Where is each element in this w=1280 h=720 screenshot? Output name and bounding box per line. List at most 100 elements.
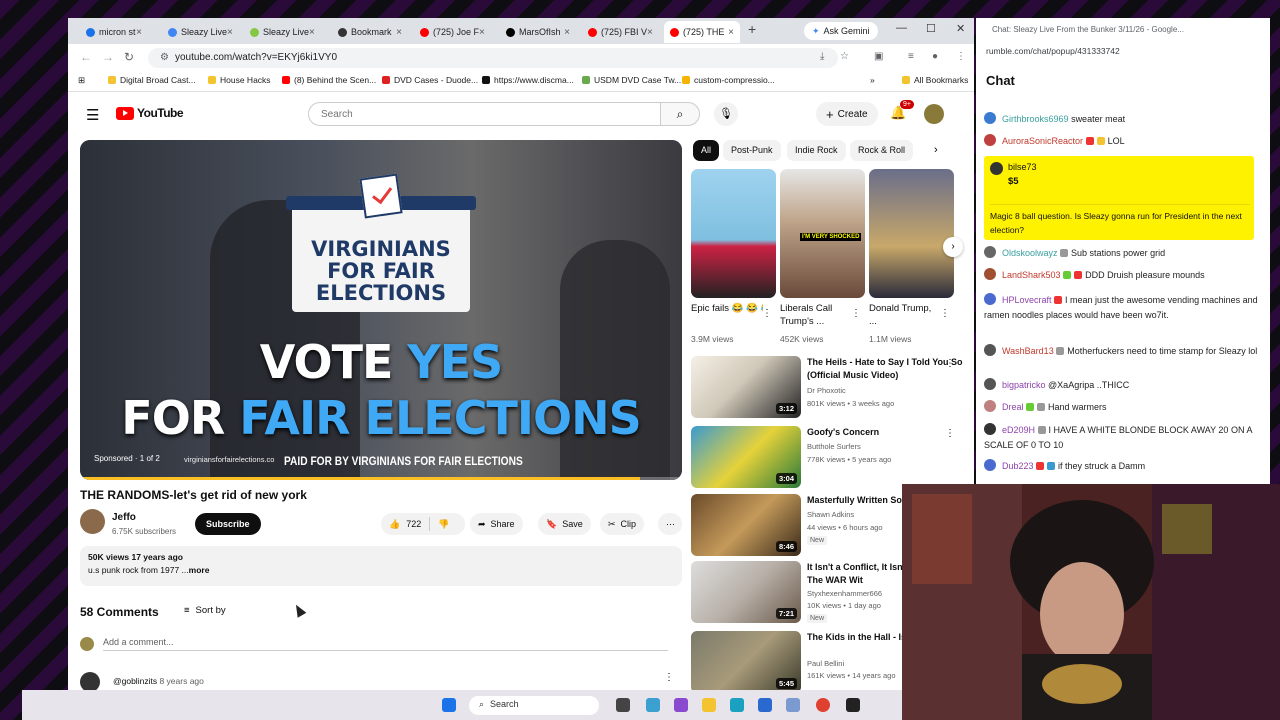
media-icon[interactable]: ≡ [908,51,914,62]
clip-button[interactable]: ✂ Clip [600,513,645,535]
browser-tab[interactable]: (725) Joe F × [414,21,490,43]
chat-username[interactable]: AuroraSonicReactor [1002,136,1083,146]
all-bookmarks-item[interactable]: All Bookmarks [902,75,968,85]
profile-icon[interactable]: ● [932,51,938,62]
channel-avatar[interactable] [80,509,105,534]
close-icon[interactable]: × [309,27,315,38]
chat-username[interactable]: Girthbrooks6969 [1002,114,1069,124]
short-more-icon[interactable]: ⋮ [940,308,950,319]
edge-icon[interactable] [730,698,744,712]
chip-post-punk[interactable]: Post-Punk [723,140,781,161]
apps-icon[interactable]: ⊞ [78,75,85,86]
chip-all[interactable]: All [693,140,720,161]
add-comment-input[interactable]: Add a comment... [103,637,668,651]
create-button[interactable]: + Create [816,102,878,126]
browser-tab[interactable]: Sleazy Live × [162,21,238,43]
account-avatar[interactable] [924,104,944,124]
bookmark-star-icon[interactable]: ☆ [840,51,849,62]
app-icon[interactable] [674,698,688,712]
dislike-button[interactable]: 👎 [430,519,457,530]
short-thumbnail[interactable] [691,169,776,298]
folder-icon[interactable] [702,698,716,712]
close-icon[interactable]: × [479,27,485,38]
taskbar-search[interactable]: ⌕ Search [469,696,599,715]
browser-tab[interactable]: micron st × [80,21,148,43]
install-icon[interactable]: ⤓ [820,51,824,62]
comment-avatar[interactable] [80,672,100,690]
share-button[interactable]: ➦ Share [470,513,523,535]
menu-icon[interactable]: ⋮ [956,51,966,62]
bookmark-item[interactable]: DVD Cases - Duode... [382,75,478,85]
rec-more-icon[interactable]: ⋮ [945,358,955,369]
short-title[interactable]: Epic fails 😂 😂 😂 ... [691,302,763,315]
app-icon[interactable] [786,698,800,712]
chat-username[interactable]: eD209H [1002,425,1035,435]
app-icon[interactable] [646,698,660,712]
chat-username[interactable]: Oldskoolwayz [1002,248,1058,258]
short-more-icon[interactable]: ⋮ [762,308,772,319]
extensions-icon[interactable]: ▣ [874,51,883,62]
forward-icon[interactable]: → [102,50,114,64]
shorts-next-icon[interactable]: › [943,237,963,257]
taskview-icon[interactable] [616,698,630,712]
hamburger-menu-icon[interactable]: ☰ [86,106,99,124]
ask-gemini-button[interactable]: ✦ Ask Gemini [804,22,878,40]
channel-name[interactable]: Jeffo [112,512,136,523]
rec-more-icon[interactable]: ⋮ [945,428,955,439]
bookmarks-overflow-icon[interactable]: » [870,75,875,85]
minimize-icon[interactable]: — [896,22,907,34]
back-icon[interactable]: ← [80,50,92,64]
microphone-icon[interactable]: 🎙 [714,102,738,126]
browser-tab[interactable]: MarsOfIsh × [500,21,576,43]
short-title[interactable]: Donald Trump, ... [869,302,941,330]
close-icon[interactable]: × [647,27,653,38]
description-more-link[interactable]: more [189,565,210,575]
chip-indie-rock[interactable]: Indie Rock [787,140,846,161]
description-box[interactable]: 50K views 17 years ago u.s punk rock fro… [80,546,682,586]
new-tab-button[interactable]: + [748,21,756,37]
short-thumbnail[interactable]: I'M VERY SHOCKED [780,169,865,298]
chrome-icon[interactable] [816,698,830,712]
video-progress-bar[interactable] [80,477,682,480]
browser-tab[interactable]: Sleazy Live × [244,21,320,43]
chat-username[interactable]: Dreal [1002,402,1024,412]
save-button[interactable]: 🔖 Save [538,513,591,535]
bookmark-item[interactable]: custom-compressio... [682,75,775,85]
recommendation-item[interactable]: 3:12 The Heils - Hate to Say I Told You … [691,356,971,420]
close-icon[interactable]: × [396,27,402,38]
browser-tab-active[interactable]: (725) THE × [664,21,740,43]
bookmark-item[interactable]: Digital Broad Cast... [108,75,196,85]
windows-start-icon[interactable] [442,698,456,712]
chat-username[interactable]: WashBard13 [1002,346,1054,356]
url-field[interactable]: ⚙ youtube.com/watch?v=EKYj6ki1VY0 [148,48,838,68]
subscribe-button[interactable]: Subscribe [195,513,261,535]
bookmark-item[interactable]: House Hacks [208,75,271,85]
chat-username[interactable]: Dub223 [1002,461,1034,471]
search-icon[interactable]: ⌕ [660,102,700,126]
more-actions-button[interactable]: ⋯ [658,513,682,535]
browser-tab[interactable]: (725) FBI V × [582,21,658,43]
chat-username[interactable]: bigpatricko [1002,380,1046,390]
chip-rock-and-roll[interactable]: Rock & Roll [850,140,914,161]
close-icon[interactable]: × [564,27,570,38]
short-thumbnail[interactable] [869,169,954,298]
store-icon[interactable] [758,698,772,712]
donor-username[interactable]: bilse73 [1008,162,1037,172]
comment-username[interactable]: @goblinzits [113,676,157,686]
close-icon[interactable]: × [136,27,142,38]
bookmark-item[interactable]: USDM DVD Case Tw... [582,75,681,85]
recommendation-item[interactable]: 3:04 Goofy's Concern Butthole Surfers 77… [691,426,971,490]
video-player[interactable]: VIRGINIANS FOR FAIR ELECTIONS VOTE YES F… [80,140,682,480]
browser-tab[interactable]: Bookmark × [332,21,408,43]
like-button[interactable]: 👍 722 [381,517,431,531]
close-icon[interactable]: × [728,27,734,38]
sort-by-button[interactable]: ≡ Sort by [184,605,226,616]
comment-more-icon[interactable]: ⋮ [664,672,674,683]
search-input[interactable] [308,102,661,126]
close-window-icon[interactable]: ✕ [956,22,965,35]
bookmark-item[interactable]: https://www.discma... [482,75,574,85]
app-icon[interactable] [846,698,860,712]
bookmark-item[interactable]: (8) Behind the Scen... [282,75,376,85]
chat-username[interactable]: HPLovecraft [1002,295,1052,305]
youtube-logo[interactable]: YouTube [116,106,184,120]
